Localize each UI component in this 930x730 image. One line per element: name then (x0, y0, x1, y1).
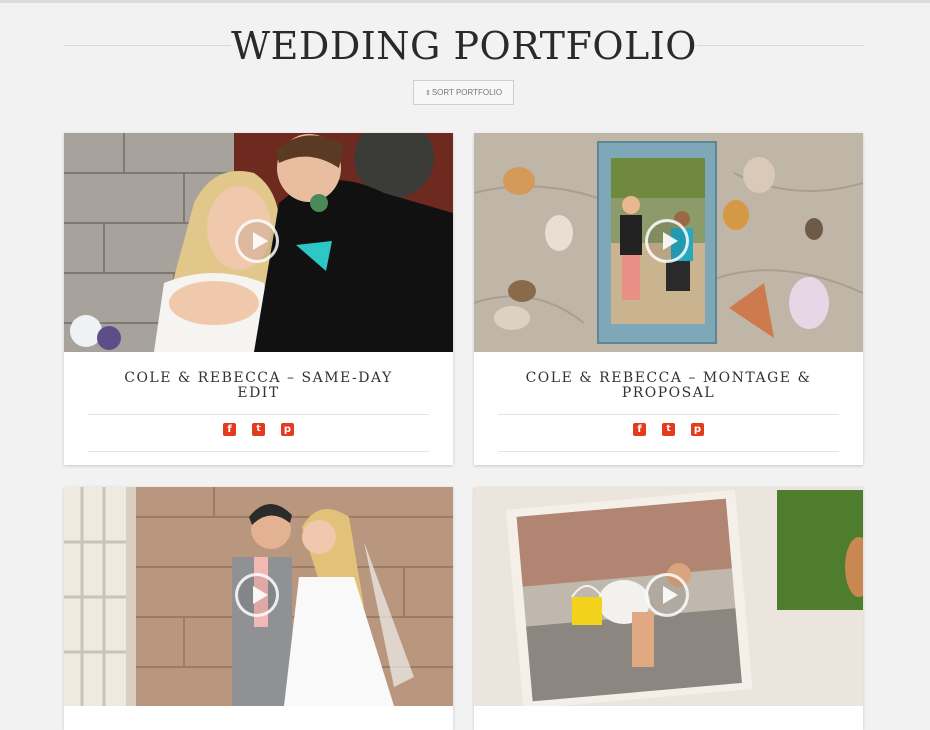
title-divider-left (64, 45, 231, 46)
video-thumbnail[interactable] (474, 487, 863, 706)
title-divider-right (697, 45, 864, 46)
video-thumbnail[interactable] (64, 487, 453, 706)
play-button[interactable] (645, 219, 689, 263)
sort-portfolio-button[interactable]: ⇕SORT PORTFOLIO (413, 80, 514, 105)
video-thumbnail[interactable] (474, 133, 863, 352)
twitter-icon[interactable]: t (662, 423, 675, 436)
twitter-icon[interactable]: t (252, 423, 265, 436)
facebook-icon[interactable]: f (223, 423, 236, 436)
pinterest-icon[interactable]: p (281, 423, 294, 436)
page-title: WEDDING PORTFOLIO (231, 24, 697, 68)
pinterest-icon[interactable]: p (691, 423, 704, 436)
play-button[interactable] (235, 219, 279, 263)
portfolio-item[interactable]: COLE & REBECCA – SAME-DAY EDIT f t p (64, 133, 453, 465)
divider (88, 451, 429, 452)
play-button[interactable] (235, 573, 279, 617)
sort-icon: ⇕ (424, 90, 431, 97)
portfolio-item[interactable] (64, 487, 453, 730)
portfolio-item-title[interactable]: COLE & REBECCA – MONTAGE & PROPOSAL (514, 371, 823, 401)
divider (498, 451, 839, 452)
portfolio-item-title[interactable]: COLE & REBECCA – SAME-DAY EDIT (104, 371, 413, 401)
social-share: ftp (64, 423, 453, 439)
divider (88, 414, 429, 415)
sort-portfolio-label: SORT PORTFOLIO (431, 88, 503, 97)
social-share: ftp (474, 423, 863, 439)
divider (498, 414, 839, 415)
portfolio-item[interactable]: COLE & REBECCA – MONTAGE & PROPOSAL f t p (474, 133, 863, 465)
portfolio-item[interactable] (474, 487, 863, 730)
play-button[interactable] (645, 573, 689, 617)
facebook-icon[interactable]: f (633, 423, 646, 436)
page-header: WEDDING PORTFOLIO ⇕SORT PORTFOLIO (0, 3, 930, 133)
video-thumbnail[interactable] (64, 133, 453, 352)
